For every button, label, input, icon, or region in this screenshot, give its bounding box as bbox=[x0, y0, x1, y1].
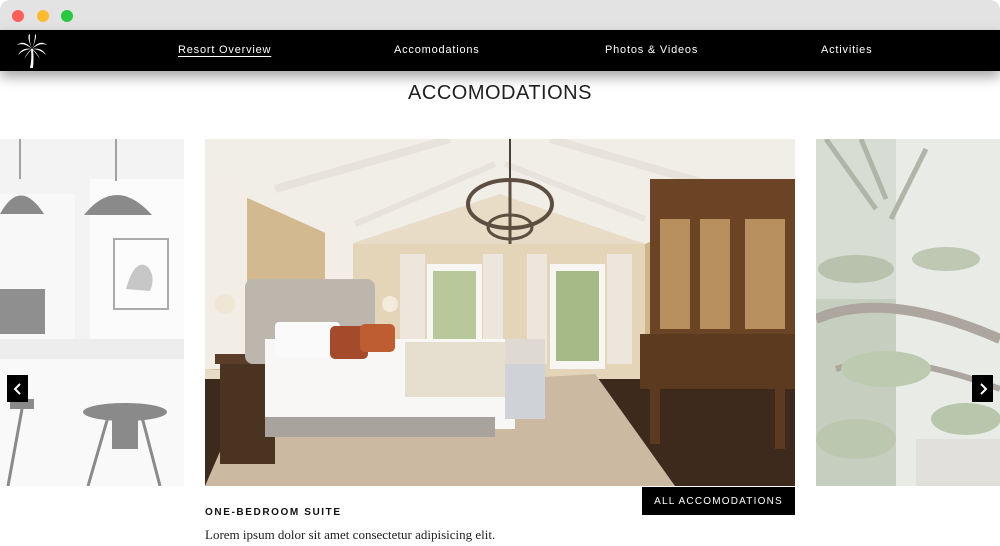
top-navbar: Resort Overview Accomodations Photos & V… bbox=[0, 30, 1000, 71]
browser-chrome bbox=[0, 0, 1000, 30]
section-title: ACCOMODATIONS bbox=[408, 82, 592, 104]
slider-prev-button[interactable] bbox=[7, 375, 28, 402]
nav-accomodations[interactable]: Accomodations bbox=[394, 44, 480, 56]
slide-bedroom-photo bbox=[205, 139, 795, 486]
all-accomodations-button[interactable]: ALL ACCOMODATIONS bbox=[642, 487, 795, 515]
nav-activities[interactable]: Activities bbox=[821, 44, 872, 56]
chevron-right-icon bbox=[979, 382, 987, 395]
room-name: ONE-BEDROOM SUITE bbox=[205, 507, 342, 518]
slide-garden-photo bbox=[816, 139, 1000, 486]
slide-kitchen-photo bbox=[0, 139, 184, 486]
close-window-dot[interactable] bbox=[12, 10, 24, 22]
maximize-window-dot[interactable] bbox=[61, 10, 73, 22]
minimize-window-dot[interactable] bbox=[37, 10, 49, 22]
room-description: Lorem ipsum dolor sit amet consectetur a… bbox=[205, 527, 496, 542]
slider-next-button[interactable] bbox=[972, 375, 993, 402]
nav-resort-overview[interactable]: Resort Overview bbox=[178, 44, 271, 56]
chevron-left-icon bbox=[13, 382, 21, 395]
nav-photos-videos[interactable]: Photos & Videos bbox=[605, 44, 698, 56]
palm-tree-logo-icon[interactable] bbox=[14, 33, 50, 69]
